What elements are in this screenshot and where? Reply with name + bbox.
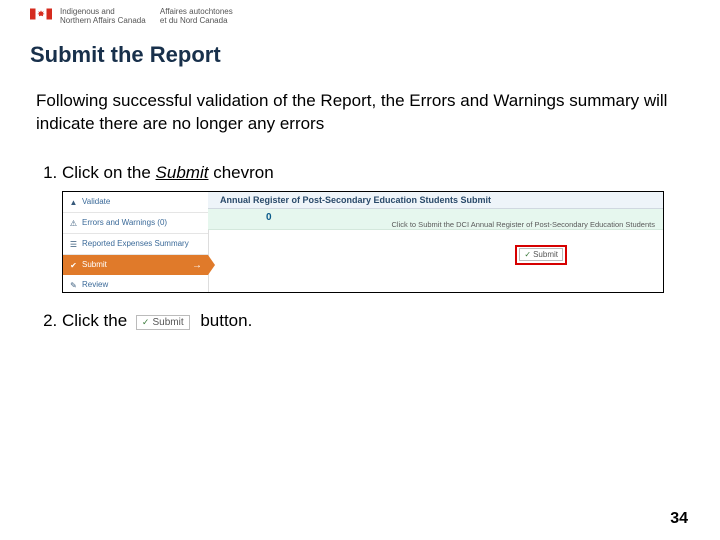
sidebar-item-review[interactable]: ✎Review [63, 275, 208, 293]
gov-header: Indigenous andNorthern Affairs Canada Af… [30, 8, 690, 26]
step-2: Click the ✓Submit button. [62, 311, 690, 331]
screenshot-1: ▲Validate ⚠Errors and Warnings (0) ☰Repo… [62, 191, 664, 293]
sidebar-item-submit[interactable]: ✔Submit→ [63, 255, 208, 275]
canada-flag-icon [30, 8, 52, 20]
shot-zero: 0 [266, 212, 272, 223]
caution-icon: ▲ [69, 198, 78, 207]
shot-instruction: Click to Submit the DCI Annual Register … [392, 220, 655, 229]
department-name: Indigenous andNorthern Affairs Canada Af… [60, 8, 245, 26]
intro-text: Following successful validation of the R… [36, 90, 676, 136]
sidebar-item-validate[interactable]: ▲Validate [63, 192, 208, 213]
check-icon: ✔ [69, 261, 78, 270]
submit-word: Submit [156, 163, 209, 182]
chevron-right-icon: → [188, 260, 202, 271]
sidebar-item-errors[interactable]: ⚠Errors and Warnings (0) [63, 213, 208, 234]
shot-submit-button[interactable]: ✓Submit [519, 248, 563, 261]
inline-submit-button: ✓Submit [136, 315, 190, 330]
shot-main-title: Annual Register of Post-Secondary Educat… [208, 192, 663, 209]
doc-icon: ☰ [69, 240, 78, 249]
check-icon: ✓ [142, 317, 150, 328]
warning-icon: ⚠ [69, 219, 78, 228]
sidebar-item-expenses[interactable]: ☰Reported Expenses Summary [63, 234, 208, 255]
check-icon: ✓ [524, 250, 531, 259]
review-icon: ✎ [69, 281, 78, 290]
steps-list: Click on the Submit chevron ▲Validate ⚠E… [36, 163, 690, 331]
page-number: 34 [670, 510, 688, 528]
step-1: Click on the Submit chevron ▲Validate ⚠E… [62, 163, 690, 293]
shot-sidebar: ▲Validate ⚠Errors and Warnings (0) ☰Repo… [63, 192, 209, 292]
shot-main: Annual Register of Post-Secondary Educat… [208, 192, 663, 292]
page-title: Submit the Report [30, 42, 690, 68]
